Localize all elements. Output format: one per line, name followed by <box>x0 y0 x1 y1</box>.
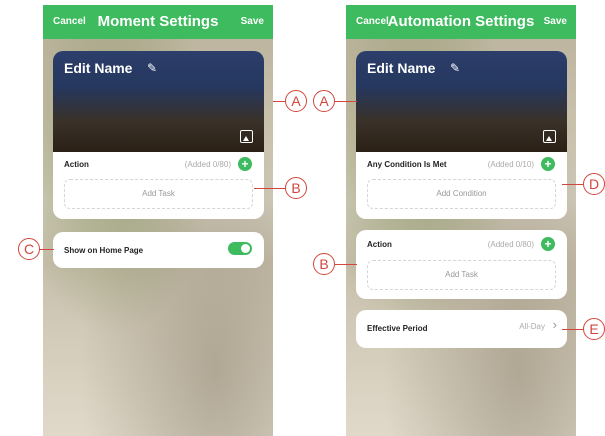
edit-name-label[interactable]: Edit Name <box>64 60 132 76</box>
image-icon[interactable] <box>543 130 556 143</box>
moment-settings-screen: Cancel Moment Settings Save Edit Name ✎ … <box>43 5 273 436</box>
plus-icon[interactable]: + <box>238 157 252 171</box>
pencil-icon[interactable]: ✎ <box>147 61 157 75</box>
add-task-button[interactable]: Add Task <box>64 179 253 209</box>
action-card: Action (Added 0/80) + Add Task <box>356 230 567 299</box>
page-title: Moment Settings <box>97 13 219 30</box>
top-bar: Cancel Moment Settings Save <box>43 5 273 39</box>
callout-a: A <box>285 90 307 112</box>
top-bar: Cancel Automation Settings Save <box>346 5 576 39</box>
callout-line <box>273 101 285 102</box>
show-home-toggle[interactable] <box>228 242 252 255</box>
callout-line <box>562 184 583 185</box>
cover-image[interactable]: Edit Name ✎ <box>356 51 567 152</box>
callout-b: B <box>313 253 335 275</box>
condition-count: (Added 0/10) <box>487 160 534 169</box>
cover-image[interactable]: Edit Name ✎ <box>53 51 264 152</box>
condition-label: Any Condition Is Met <box>367 160 447 169</box>
callout-line <box>335 264 357 265</box>
effective-period-label: Effective Period <box>367 324 428 333</box>
action-count: (Added 0/80) <box>184 160 231 169</box>
pencil-icon[interactable]: ✎ <box>450 61 460 75</box>
image-icon[interactable] <box>240 130 253 143</box>
save-button[interactable]: Save <box>544 16 567 27</box>
callout-b: B <box>285 177 307 199</box>
plus-icon[interactable]: + <box>541 157 555 171</box>
callout-line <box>562 329 583 330</box>
chevron-right-icon: › <box>552 317 557 332</box>
condition-card: Any Condition Is Met (Added 0/10) + Add … <box>356 152 567 219</box>
callout-line <box>254 188 285 189</box>
callout-d: D <box>583 173 605 195</box>
effective-period-row[interactable]: Effective Period All-Day › <box>356 310 567 348</box>
show-home-label: Show on Home Page <box>64 246 144 255</box>
home-page-card: Show on Home Page <box>53 232 264 268</box>
automation-settings-screen: Cancel Automation Settings Save Edit Nam… <box>346 5 576 436</box>
callout-c: C <box>18 238 40 260</box>
edit-name-label[interactable]: Edit Name <box>367 60 435 76</box>
page-title: Automation Settings <box>387 13 535 30</box>
callout-line <box>40 249 54 250</box>
effective-period-value: All-Day <box>519 322 545 331</box>
plus-icon[interactable]: + <box>541 237 555 251</box>
action-label: Action <box>64 160 89 169</box>
action-card: Action (Added 0/80) + Add Task <box>53 152 264 219</box>
callout-a: A <box>313 90 335 112</box>
callout-line <box>335 101 357 102</box>
callout-e: E <box>583 318 605 340</box>
action-label: Action <box>367 240 392 249</box>
add-task-button[interactable]: Add Task <box>367 260 556 290</box>
save-button[interactable]: Save <box>241 16 264 27</box>
add-condition-button[interactable]: Add Condition <box>367 179 556 209</box>
action-count: (Added 0/80) <box>487 240 534 249</box>
